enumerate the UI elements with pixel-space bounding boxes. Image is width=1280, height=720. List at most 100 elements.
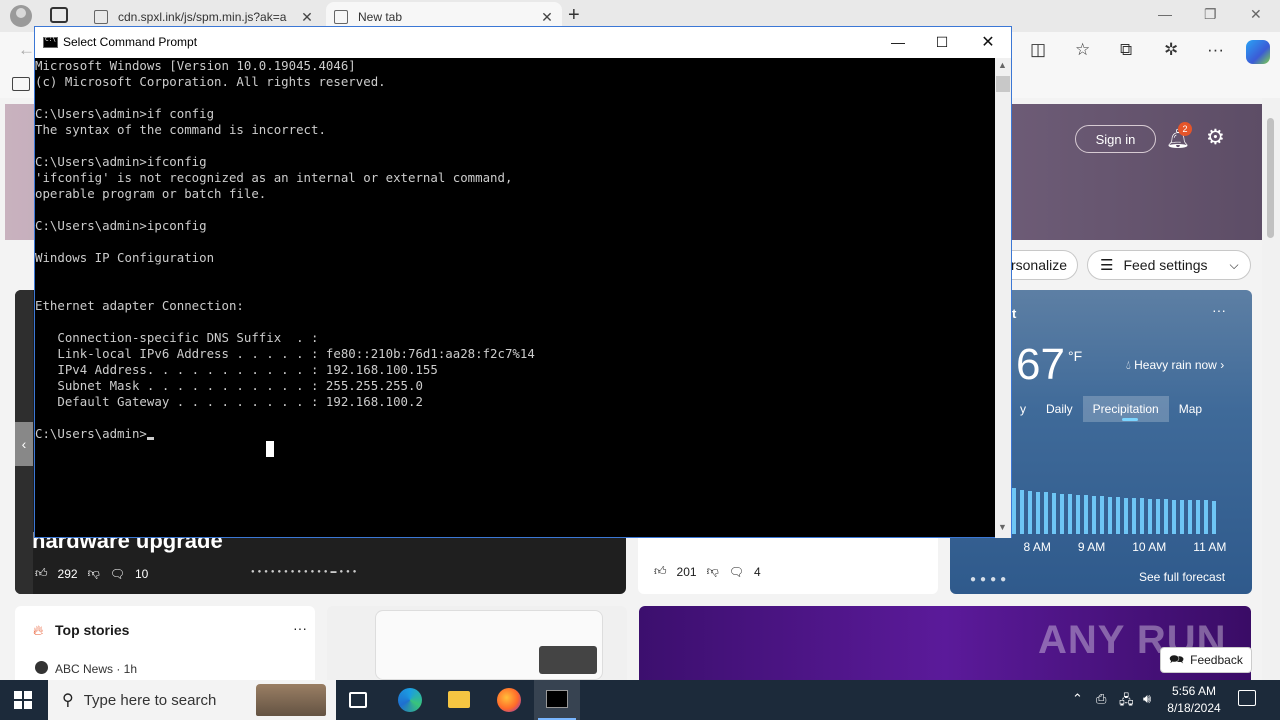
console-line: Windows IP Configuration	[35, 250, 215, 265]
windows-start-icon[interactable]	[14, 691, 32, 709]
split-screen-icon[interactable]: ◫	[1030, 40, 1046, 60]
previous-icon[interactable]: ‹	[15, 422, 33, 466]
cmd-close-icon[interactable]: ✕	[965, 30, 1011, 54]
cmd-icon	[546, 690, 568, 708]
edge-icon[interactable]	[398, 688, 422, 712]
search-icon: ⚲	[62, 692, 74, 709]
taskbar-search-box[interactable]: ⚲ Type here to search	[48, 680, 336, 720]
gear-icon[interactable]: ⚙	[1206, 125, 1225, 150]
network-icon[interactable]: 🖧︎	[1119, 691, 1134, 713]
weather-tab-map[interactable]: Map	[1169, 396, 1212, 422]
story-source: ABC News · 1h	[55, 662, 138, 676]
time-label: 11 AM	[1193, 540, 1227, 554]
collections-icon[interactable]: ⧉	[1120, 40, 1132, 60]
carousel-dots[interactable]: ●●●●●●●●●●●●▬●●●	[251, 569, 359, 575]
more-icon[interactable]: ···	[1212, 302, 1226, 318]
flame-icon: 🔥︎	[33, 622, 44, 638]
console-line: Connection-specific DNS Suffix . :	[35, 330, 319, 345]
product-image-screen	[539, 646, 597, 674]
search-placeholder: Type here to search	[83, 691, 217, 709]
scroll-up-icon[interactable]: ▲	[998, 60, 1007, 70]
feedback-button[interactable]: 🗪︎ Feedback	[1160, 647, 1252, 673]
like-count: 201	[676, 564, 697, 579]
tab-actions-icon[interactable]	[50, 7, 68, 23]
console-cursor	[146, 437, 154, 440]
sewing-machine-card[interactable]	[327, 606, 627, 686]
scrollbar-thumb[interactable]	[1267, 118, 1274, 238]
file-explorer-icon[interactable]	[448, 691, 470, 708]
console-line: C:\Users\admin>ifconfig	[35, 154, 207, 169]
weather-times: 8 AM 9 AM 10 AM 11 AM	[1010, 540, 1240, 554]
command-prompt-window[interactable]: Select Command Prompt — ☐ ✕ Microsoft Wi…	[34, 26, 1012, 538]
tab-title: New tab	[358, 10, 403, 24]
taskbar-cmd-icon[interactable]	[534, 680, 580, 720]
console-line: Microsoft Windows [Version 10.0.19045.40…	[35, 58, 356, 73]
taskbar-clock[interactable]: 5:56 AM 8/18/2024	[1162, 683, 1226, 717]
task-view-icon[interactable]	[349, 692, 367, 708]
comment-icon[interactable]: 🗨︎	[110, 567, 125, 581]
minimize-icon[interactable]: —	[1158, 6, 1172, 22]
console-line: (c) Microsoft Corporation. All rights re…	[35, 74, 386, 89]
weather-tab-daily[interactable]: Daily	[1036, 396, 1083, 422]
cmd-app-icon	[43, 36, 58, 48]
more-icon[interactable]: ···	[293, 620, 307, 636]
console-line: C:\Users\admin>ipconfig	[35, 218, 207, 233]
chevron-up-icon[interactable]: ⌃	[1072, 691, 1083, 707]
cmd-maximize-icon[interactable]: ☐	[919, 30, 965, 54]
cmd-minimize-icon[interactable]: —	[875, 30, 921, 54]
dislike-icon[interactable]: 👎︎	[707, 564, 719, 579]
dislike-icon[interactable]: 👎︎	[88, 566, 100, 581]
profile-icon[interactable]	[10, 5, 32, 27]
news-reactions: 👍︎ 292 👎︎ 🗨︎ 10	[35, 566, 148, 581]
extensions-icon[interactable]: ✲	[1164, 40, 1178, 60]
console-line: C:\Users\admin>if config	[35, 106, 215, 121]
restore-icon[interactable]: ❐	[1204, 6, 1217, 23]
cmd-scrollbar[interactable]: ▲ ▼	[995, 58, 1011, 538]
scroll-down-icon[interactable]: ▼	[998, 522, 1007, 532]
feed-settings-button[interactable]: ☰ Feed settings ⌵	[1087, 250, 1251, 280]
network-drive-icon[interactable]: ⎙	[1096, 691, 1106, 707]
close-window-icon[interactable]: ✕	[1250, 6, 1262, 23]
top-stories-title: Top stories	[55, 622, 130, 638]
page-scrollbar[interactable]	[1262, 98, 1280, 680]
news-reactions: 👍︎ 201 👎︎ 🗨︎ 4	[654, 564, 761, 579]
news-card-second[interactable]: 👍︎ 201 👎︎ 🗨︎ 4	[638, 536, 938, 594]
cmd-title-bar[interactable]: Select Command Prompt — ☐ ✕	[35, 27, 1011, 58]
favorites-star-icon[interactable]: ☆	[1075, 40, 1090, 60]
new-tab-button[interactable]: +	[568, 4, 580, 27]
page-icon	[94, 10, 108, 24]
carousel-dots[interactable]: ●●●●	[970, 574, 1010, 585]
weather-tab[interactable]: y	[1010, 396, 1036, 422]
cmd-console-output[interactable]: Microsoft Windows [Version 10.0.19045.40…	[35, 58, 995, 538]
folder-icon[interactable]	[12, 77, 30, 91]
back-icon[interactable]: ←	[18, 40, 35, 60]
like-icon[interactable]: 👍︎	[654, 564, 667, 579]
like-icon[interactable]: 👍︎	[35, 566, 48, 581]
cmd-window-title: Select Command Prompt	[63, 35, 198, 49]
comment-icon[interactable]: 🗨︎	[729, 565, 744, 579]
copilot-icon[interactable]	[1246, 40, 1270, 64]
sign-in-button[interactable]: Sign in	[1075, 125, 1156, 153]
close-tab-icon[interactable]: ✕	[300, 9, 314, 26]
console-line: Default Gateway . . . . . . . . . : 192.…	[35, 394, 423, 409]
comment-count: 4	[754, 564, 761, 579]
notification-center-icon[interactable]	[1238, 690, 1256, 706]
close-tab-icon[interactable]: ✕	[540, 9, 554, 26]
volume-icon[interactable]: 🔊︎	[1143, 691, 1151, 707]
console-line: Ethernet adapter Connection:	[35, 298, 244, 313]
weather-temperature: 67	[1016, 340, 1065, 389]
weather-condition[interactable]: 💧︎ Heavy rain now ›	[1126, 358, 1224, 373]
console-line: 'ifconfig' is not recognized as an inter…	[35, 170, 513, 185]
top-stories-card[interactable]: 🔥︎ Top stories ··· ABC News · 1h	[15, 606, 315, 686]
cmd-scrollbar-thumb[interactable]	[996, 76, 1010, 92]
clock-date: 8/18/2024	[1167, 701, 1221, 715]
condition-label: Heavy rain now	[1134, 358, 1217, 372]
see-full-forecast-link[interactable]: See full forecast	[1139, 570, 1225, 584]
more-menu-icon[interactable]: ···	[1207, 40, 1224, 60]
firefox-icon[interactable]	[497, 688, 521, 712]
